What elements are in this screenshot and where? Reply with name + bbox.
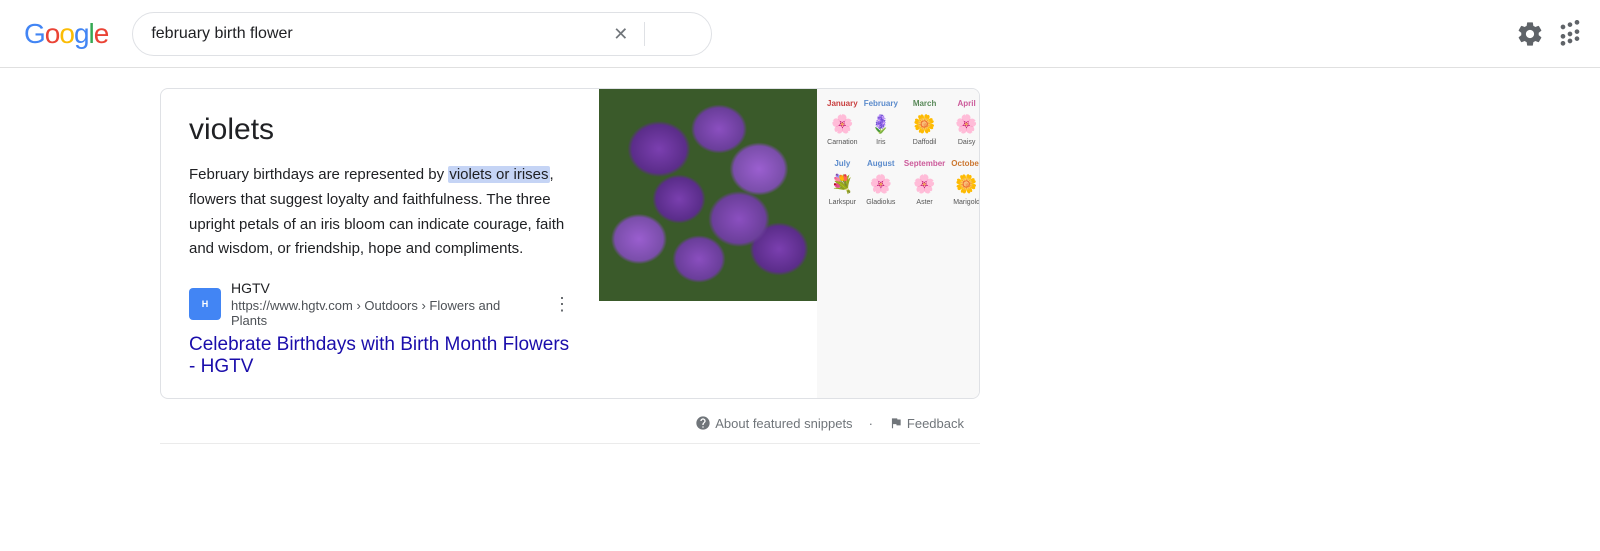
- flower-icon-feb: 🪻: [867, 110, 895, 138]
- month-cell-march: March 🌼Daffodil: [902, 97, 947, 155]
- month-name-feb: February: [864, 99, 898, 108]
- feedback-label: Feedback: [907, 416, 964, 431]
- month-name-sep: September: [904, 159, 945, 168]
- month-name-jan: January: [827, 99, 858, 108]
- logo-o1: o: [45, 18, 60, 49]
- snippet-link[interactable]: Celebrate Birthdays with Birth Month Flo…: [189, 334, 571, 378]
- month-cell-february: February 🪻Iris: [862, 97, 900, 155]
- snippet-footer: About featured snippets · Feedback: [160, 411, 980, 435]
- flower-icon-mar: 🌼: [911, 110, 939, 138]
- month-name-jul: July: [834, 159, 850, 168]
- favicon-letter: H: [202, 299, 209, 309]
- snippet-text-panel: violets February birthdays are represent…: [161, 89, 599, 398]
- source-url: https://www.hgtv.com › Outdoors › Flower…: [231, 298, 539, 328]
- snippet-highlight: violets or irises: [448, 166, 549, 183]
- flower-icon-jan: 🌸: [828, 110, 856, 138]
- logo-e: e: [94, 18, 109, 49]
- flower-label-aug: Gladiolus: [866, 199, 895, 206]
- lens-icon[interactable]: [673, 32, 681, 36]
- search-divider: [644, 22, 645, 46]
- flower-icon-aug: 🌸: [867, 170, 895, 198]
- source-favicon: H: [189, 288, 221, 320]
- flower-icon-oct: 🌼: [953, 170, 979, 198]
- google-logo[interactable]: Google: [24, 18, 108, 50]
- footer-separator: ·: [869, 416, 873, 431]
- source-info: HGTV https://www.hgtv.com › Outdoors › F…: [231, 280, 539, 328]
- logo-o2: o: [59, 18, 74, 49]
- month-cell-january: January 🌸Carnation: [825, 97, 860, 155]
- help-icon: [695, 415, 711, 431]
- flag-icon: [889, 416, 903, 430]
- flower-icon-apr: 🌸: [953, 110, 979, 138]
- flower-label-feb: Iris: [876, 139, 885, 146]
- favicon-inner: H: [191, 290, 219, 318]
- month-cell-october: October 🌼Marigold: [949, 157, 979, 208]
- microphone-icon[interactable]: [657, 32, 665, 36]
- about-snippets-label: About featured snippets: [715, 416, 852, 431]
- feedback-button[interactable]: Feedback: [881, 412, 972, 435]
- search-input[interactable]: [151, 25, 601, 43]
- bottom-divider: [160, 443, 980, 444]
- flower-label-oct: Marigold: [953, 199, 979, 206]
- header: Google ✕: [0, 0, 1600, 68]
- settings-icon[interactable]: [1516, 20, 1544, 48]
- month-name-oct: October: [951, 159, 979, 168]
- snippet-body: February birthdays are represented by vi…: [189, 163, 571, 262]
- search-icon[interactable]: [689, 32, 697, 36]
- snippet-text-before: February birthdays are represented by: [189, 166, 448, 183]
- flower-label-jul: Larkspur: [829, 199, 856, 206]
- snippet-images: January🌸CarnationFebruary🪻IrisMarch🌼Daff…: [599, 89, 979, 398]
- violet-image[interactable]: [599, 89, 817, 301]
- flower-label-apr: Daisy: [958, 139, 976, 146]
- header-right: [1516, 20, 1584, 48]
- apps-grid-icon[interactable]: [1556, 20, 1584, 48]
- featured-snippet: violets February birthdays are represent…: [160, 88, 980, 399]
- month-name-aug: August: [867, 159, 895, 168]
- month-cell-july: July 💐Larkspur: [825, 157, 860, 208]
- month-cell-august: August 🌸Gladiolus: [862, 157, 900, 208]
- month-name-apr: April: [958, 99, 976, 108]
- flower-icon-sep: 🌸: [911, 170, 939, 198]
- birth-month-chart[interactable]: January🌸CarnationFebruary🪻IrisMarch🌼Daff…: [817, 89, 979, 398]
- snippet-source: H HGTV https://www.hgtv.com › Outdoors ›…: [189, 280, 571, 328]
- month-name-mar: March: [913, 99, 937, 108]
- search-bar: ✕: [132, 12, 712, 56]
- logo-g2: g: [74, 18, 89, 49]
- source-menu-icon[interactable]: ⋮: [553, 294, 571, 315]
- violet-photo: [599, 89, 817, 301]
- month-cell-april: April 🌸Daisy: [949, 97, 979, 155]
- flower-icon-jul: 💐: [828, 170, 856, 198]
- clear-icon[interactable]: ✕: [609, 23, 632, 45]
- logo-g: G: [24, 18, 45, 49]
- flower-label-jan: Carnation: [827, 139, 857, 146]
- flower-label-sep: Aster: [916, 199, 932, 206]
- snippet-title: violets: [189, 113, 571, 147]
- source-name: HGTV: [231, 280, 539, 296]
- about-snippets-button[interactable]: About featured snippets: [687, 411, 860, 435]
- month-cell-september: September 🌸Aster: [902, 157, 947, 208]
- main-content: violets February birthdays are represent…: [0, 68, 1600, 464]
- flower-label-mar: Daffodil: [913, 139, 937, 146]
